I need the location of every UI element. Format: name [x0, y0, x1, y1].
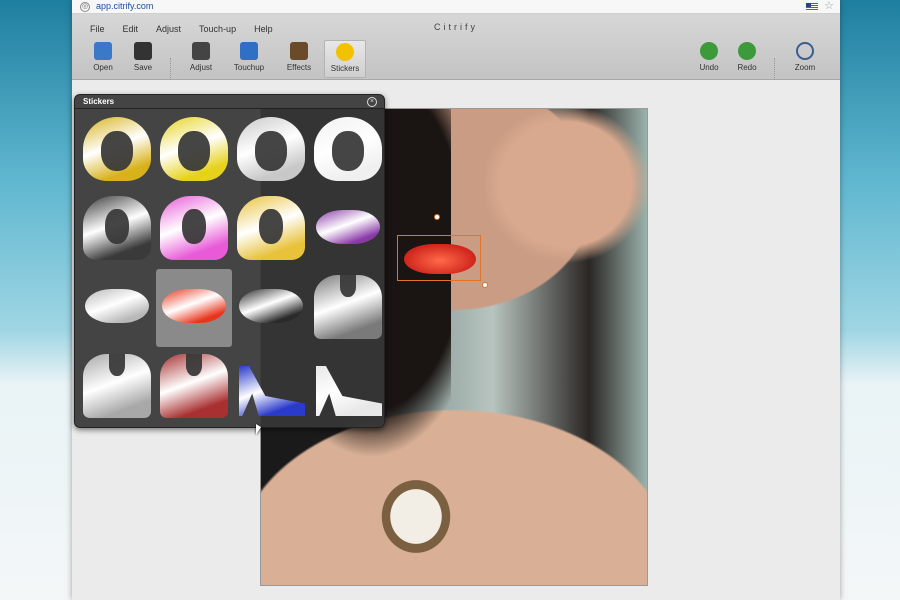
effects-label: Effects: [286, 63, 312, 72]
silver-beard-icon: [83, 354, 151, 418]
magnifier-icon: [796, 42, 814, 60]
gold-short-wig-icon: [83, 117, 151, 181]
stickers-panel-title: Stickers: [75, 95, 384, 109]
red-lips-icon: [162, 289, 226, 323]
sticker-cell[interactable]: [310, 111, 386, 189]
redo-icon: [738, 42, 756, 60]
touchup-label: Touchup: [233, 63, 265, 72]
app-header: File Edit Adjust Touch-up Help Citrify O…: [72, 14, 840, 84]
sticker-cell[interactable]: [310, 269, 386, 347]
pink-long-wig-icon: [160, 196, 228, 260]
effects-hat-icon: [290, 42, 308, 60]
sticker-cell[interactable]: [233, 269, 309, 347]
stickers-button[interactable]: Stickers: [324, 40, 366, 78]
touchup-button[interactable]: Touchup: [228, 40, 270, 78]
close-icon[interactable]: ×: [367, 97, 377, 107]
sticker-grid: [79, 111, 386, 426]
gray-beard-icon: [314, 275, 382, 339]
address-bar[interactable]: ◎ app.citrify.com ☆: [72, 0, 840, 14]
stickers-panel: Stickers ×: [74, 94, 385, 428]
zoom-button[interactable]: Zoom: [784, 40, 826, 78]
adjust-icon: [192, 42, 210, 60]
sticker-cell[interactable]: [79, 190, 155, 268]
black-lips-icon: [239, 289, 303, 323]
blonde-long-wig-icon: [237, 196, 305, 260]
sticker-cell[interactable]: [79, 269, 155, 347]
us-flag-icon: [806, 3, 818, 11]
sticker-cell[interactable]: [156, 269, 232, 347]
mouse-cursor-icon: [256, 424, 261, 435]
red-beard-icon: [160, 354, 228, 418]
effects-button[interactable]: Effects: [278, 40, 320, 78]
photo-necklace-region: [376, 474, 456, 559]
white-heel-shoe-icon: [316, 366, 382, 416]
floppy-disk-icon: [134, 42, 152, 60]
purple-lips-icon: [316, 210, 380, 244]
app-title: Citrify: [434, 22, 478, 32]
rotate-handle[interactable]: [434, 214, 440, 220]
redo-button[interactable]: Redo: [726, 40, 768, 78]
sticker-cell[interactable]: [233, 111, 309, 189]
photo-hand-region: [481, 109, 647, 264]
sticker-cell[interactable]: [233, 348, 309, 426]
sticker-cell[interactable]: [156, 348, 232, 426]
sticker-cell[interactable]: [79, 348, 155, 426]
redo-label: Redo: [737, 63, 757, 72]
sticker-cell[interactable]: [156, 190, 232, 268]
adjust-label: Adjust: [189, 63, 213, 72]
open-label: Open: [93, 63, 113, 72]
undo-label: Undo: [699, 63, 719, 72]
sticker-cell[interactable]: [156, 111, 232, 189]
globe-icon: ◎: [80, 2, 90, 12]
smiley-icon: [336, 43, 354, 61]
save-button[interactable]: Save: [122, 40, 164, 78]
sticker-cell[interactable]: [233, 190, 309, 268]
save-label: Save: [133, 63, 153, 72]
black-long-wig-icon: [83, 196, 151, 260]
undo-icon: [700, 42, 718, 60]
sticker-cell[interactable]: [310, 348, 386, 426]
bookmark-star-icon[interactable]: ☆: [824, 0, 834, 12]
placed-lips-sticker[interactable]: [397, 214, 488, 288]
yellow-short-wig-icon: [160, 117, 228, 181]
open-button[interactable]: Open: [82, 40, 124, 78]
blue-heel-shoe-icon: [239, 366, 305, 416]
touchup-icon: [240, 42, 258, 60]
zoom-label: Zoom: [794, 63, 816, 72]
folder-icon: [94, 42, 112, 60]
resize-handle[interactable]: [482, 282, 488, 288]
undo-button[interactable]: Undo: [688, 40, 730, 78]
sticker-cell[interactable]: [79, 111, 155, 189]
white-short-wig-icon: [314, 117, 382, 181]
silver-lips-icon: [85, 289, 149, 323]
url-text[interactable]: app.citrify.com: [96, 1, 153, 11]
silver-short-wig-icon: [237, 117, 305, 181]
stickers-label: Stickers: [330, 64, 360, 73]
adjust-button[interactable]: Adjust: [180, 40, 222, 78]
lips-sticker-graphic: [404, 244, 476, 274]
sticker-cell[interactable]: [310, 190, 386, 268]
